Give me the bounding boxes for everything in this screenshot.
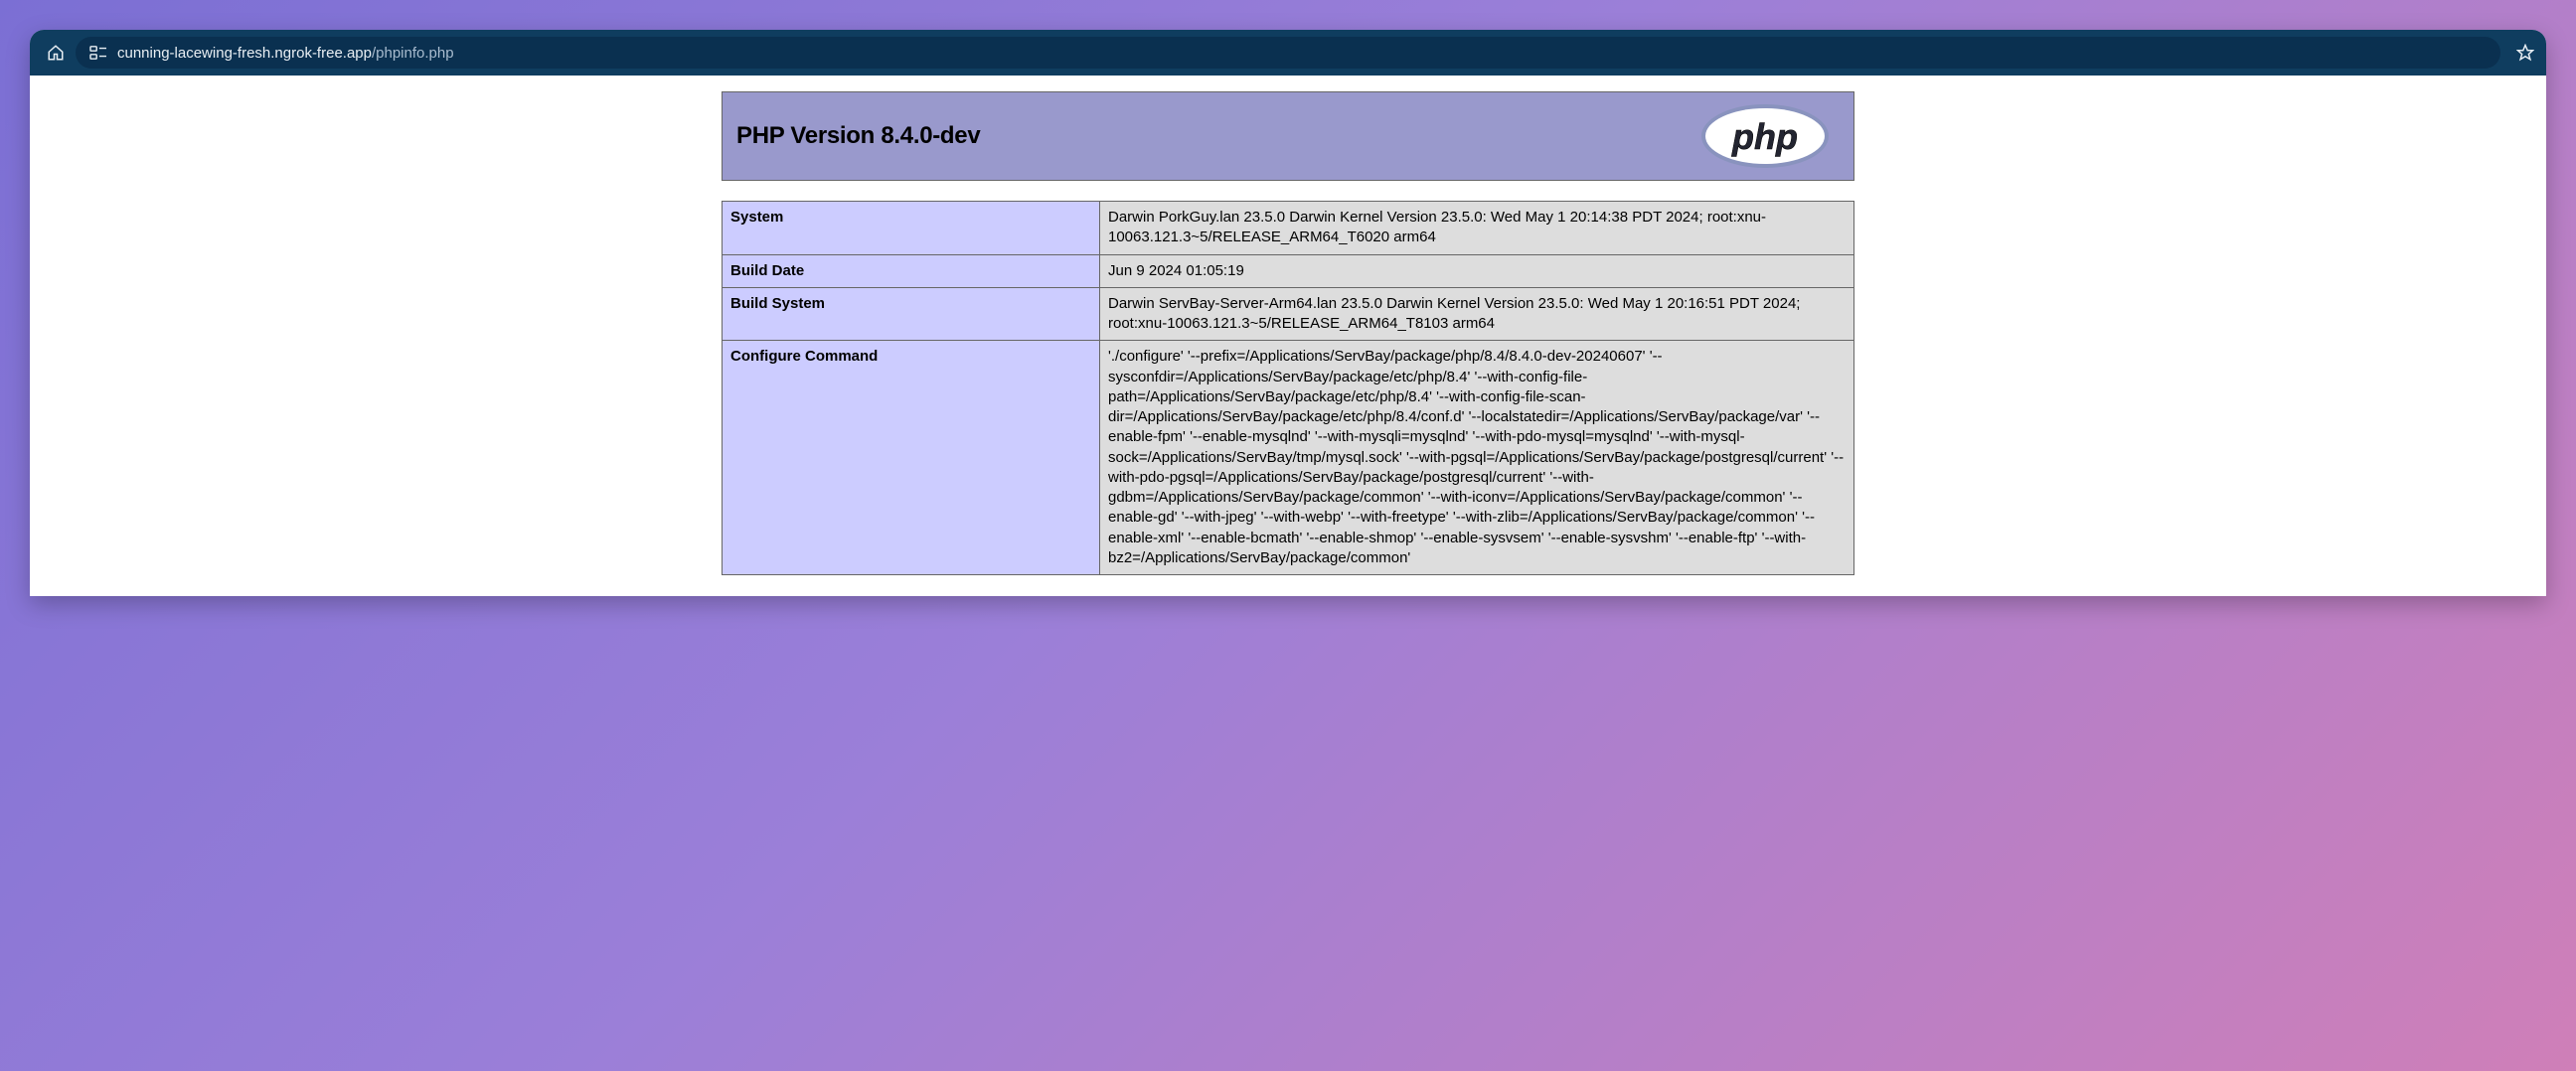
url-path: /phpinfo.php bbox=[372, 45, 454, 62]
bookmark-star-icon[interactable] bbox=[2516, 44, 2534, 62]
table-row: Build SystemDarwin ServBay-Server-Arm64.… bbox=[723, 287, 1854, 341]
phpinfo-header: PHP Version 8.4.0-dev php bbox=[722, 91, 1854, 181]
config-label: System bbox=[723, 202, 1100, 255]
config-value: Jun 9 2024 01:05:19 bbox=[1100, 254, 1854, 287]
config-label: Configure Command bbox=[723, 341, 1100, 575]
config-value: './configure' '--prefix=/Applications/Se… bbox=[1100, 341, 1854, 575]
table-row: Configure Command'./configure' '--prefix… bbox=[723, 341, 1854, 575]
table-row: SystemDarwin PorkGuy.lan 23.5.0 Darwin K… bbox=[723, 202, 1854, 255]
site-info-icon[interactable] bbox=[89, 45, 107, 61]
config-label: Build System bbox=[723, 287, 1100, 341]
browser-window: cunning-lacewing-fresh.ngrok-free.app/ph… bbox=[30, 30, 2546, 596]
config-value: Darwin ServBay-Server-Arm64.lan 23.5.0 D… bbox=[1100, 287, 1854, 341]
phpinfo-table: SystemDarwin PorkGuy.lan 23.5.0 Darwin K… bbox=[722, 201, 1854, 575]
config-value: Darwin PorkGuy.lan 23.5.0 Darwin Kernel … bbox=[1100, 202, 1854, 255]
phpinfo-container: PHP Version 8.4.0-dev php SystemDarwin P… bbox=[722, 76, 1854, 575]
php-version-title: PHP Version 8.4.0-dev bbox=[736, 122, 980, 150]
home-icon[interactable] bbox=[46, 43, 66, 63]
table-row: Build DateJun 9 2024 01:05:19 bbox=[723, 254, 1854, 287]
url-domain: cunning-lacewing-fresh.ngrok-free.app bbox=[117, 45, 372, 62]
address-bar[interactable]: cunning-lacewing-fresh.ngrok-free.app/ph… bbox=[76, 37, 2500, 69]
php-logo: php bbox=[1696, 101, 1834, 171]
config-label: Build Date bbox=[723, 254, 1100, 287]
content-area: PHP Version 8.4.0-dev php SystemDarwin P… bbox=[30, 76, 2546, 596]
svg-text:php: php bbox=[1731, 116, 1798, 157]
url-text: cunning-lacewing-fresh.ngrok-free.app/ph… bbox=[117, 45, 454, 62]
browser-toolbar: cunning-lacewing-fresh.ngrok-free.app/ph… bbox=[30, 30, 2546, 76]
